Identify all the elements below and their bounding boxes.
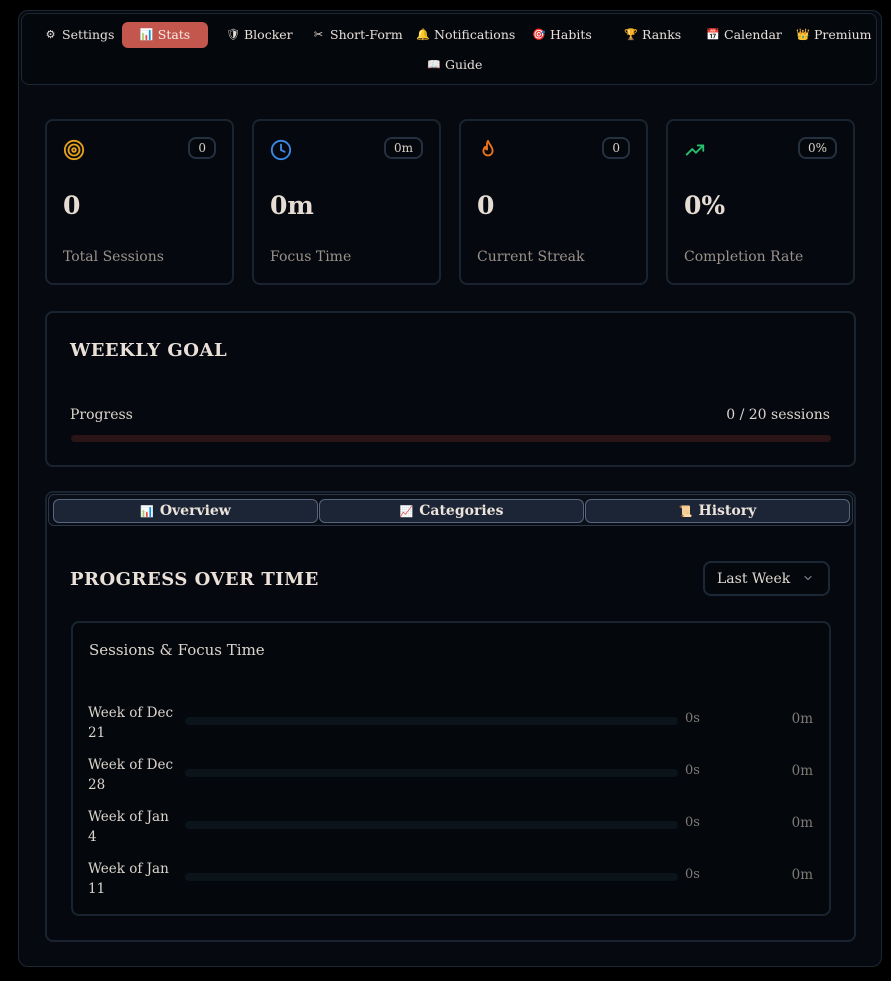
tab-label: Categories (419, 503, 504, 519)
flame-icon (482, 139, 494, 157)
chart-title: Sessions & Focus Time (89, 641, 265, 659)
chart-row-label: Week of Dec 28 (88, 757, 174, 793)
weekly-goal-progress-bar (71, 435, 831, 442)
gear-icon: ⚙ (45, 28, 56, 41)
nav-label: Short-Form (330, 27, 403, 42)
scissors-icon: ✂ (313, 28, 324, 41)
range-select[interactable]: Last Week (703, 561, 830, 596)
app-window: ⚙ Settings 📊 Stats 🛡 Blocker ✂ Short-For… (18, 10, 882, 967)
nav-label: Guide (445, 57, 483, 72)
range-select-value: Last Week (717, 570, 791, 587)
chevron-down-icon (804, 576, 812, 580)
nav-label: Premium (814, 27, 872, 42)
chart-row-focus-time: 0m (791, 815, 813, 831)
bar-chart-icon: 📊 (140, 504, 154, 518)
target-icon: 🎯 (532, 28, 546, 41)
nav-settings[interactable]: ⚙ Settings (44, 22, 115, 48)
nav-guide[interactable]: 📖 Guide (427, 52, 482, 78)
stat-value: 0 (477, 191, 495, 220)
chart-row-focus-time: 0m (791, 867, 813, 883)
weekly-goal-title: WEEKLY GOAL (70, 340, 228, 361)
weekly-goal-card: WEEKLY GOAL Progress 0 / 20 sessions (45, 311, 856, 467)
tab-label: Overview (159, 503, 231, 519)
chart-row-focus-time: 0m (791, 763, 813, 779)
nav-habits[interactable]: 🎯 Habits (532, 22, 592, 48)
nav-ranks[interactable]: 🏆 Ranks (624, 22, 681, 48)
chart-row: Week of Dec 28 0s 0m (73, 755, 829, 795)
crown-icon: 👑 (796, 28, 810, 41)
scroll-icon: 📜 (678, 504, 693, 518)
progress-label: Progress (70, 407, 133, 423)
nav-premium[interactable]: 👑 Premium (796, 22, 872, 48)
tab-bar: 📊 Overview 📈 Categories 📜 History (48, 494, 853, 526)
stat-badge: 0m (383, 137, 423, 159)
calendar-icon: 📅 (706, 28, 720, 41)
chart-bar-track (185, 821, 678, 829)
nav-notifications[interactable]: 🔔 Notifications (416, 22, 515, 48)
trending-up-icon (685, 144, 705, 156)
stat-badge: 0 (188, 137, 216, 159)
nav-label: Blocker (244, 27, 293, 42)
chart-row-sessions: 0s (685, 815, 700, 830)
stat-value: 0% (684, 191, 726, 220)
stat-badge: 0% (797, 137, 837, 159)
chart-row-sessions: 0s (685, 711, 700, 726)
chart-row-sessions: 0s (685, 867, 700, 882)
stat-card-total-sessions: 0 0 Total Sessions (45, 119, 234, 285)
progress-value: 0 / 20 sessions (726, 407, 830, 423)
top-nav: ⚙ Settings 📊 Stats 🛡 Blocker ✂ Short-For… (21, 13, 877, 85)
chart-row: Week of Dec 21 0s 0m (73, 703, 829, 743)
nav-label: Stats (157, 27, 191, 42)
stat-label: Total Sessions (63, 249, 164, 265)
stat-value: 0m (270, 191, 314, 220)
stat-card-current-streak: 0 0 Current Streak (459, 119, 648, 285)
chart-bar-track (185, 717, 678, 725)
bar-chart-icon: 📊 (139, 28, 154, 41)
nav-stats[interactable]: 📊 Stats (122, 22, 208, 48)
stat-card-completion-rate: 0% 0% Completion Rate (666, 119, 855, 285)
sessions-focus-chart: Sessions & Focus Time Week of Dec 21 0s 0m… (71, 621, 831, 916)
stat-card-focus-time: 0m 0m Focus Time (252, 119, 441, 285)
stat-badge: 0 (602, 137, 630, 159)
chart-row-label: Week of Jan 4 (88, 809, 169, 845)
clock-icon (270, 139, 292, 161)
nav-calendar[interactable]: 📅 Calendar (706, 22, 782, 48)
progress-over-time-title: PROGRESS OVER TIME (70, 569, 319, 590)
chart-row: Week of Jan 4 0s 0m (73, 807, 829, 847)
nav-label: Habits (550, 27, 592, 42)
trophy-icon: 🏆 (624, 28, 638, 41)
chart-bar-track (185, 873, 678, 881)
stat-label: Focus Time (270, 249, 352, 265)
chart-row-sessions: 0s (685, 763, 700, 778)
chart-bar-track (185, 769, 678, 777)
nav-short-form[interactable]: ✂ Short-Form (312, 22, 403, 48)
tab-overview[interactable]: 📊 Overview (53, 499, 318, 523)
stat-label: Current Streak (477, 249, 585, 265)
nav-label: Settings (62, 27, 115, 42)
nav-label: Ranks (642, 27, 682, 42)
stats-panel: 📊 Overview 📈 Categories 📜 History PROGRE… (45, 491, 856, 942)
nav-label: Calendar (724, 27, 782, 42)
chart-row-label: Week of Jan 11 (88, 861, 169, 897)
chart-row-label: Week of Dec 21 (88, 705, 174, 741)
bell-icon: 🔔 (416, 28, 430, 41)
stat-value: 0 (63, 191, 81, 220)
shield-icon: 🛡 (226, 28, 240, 41)
target-icon (63, 139, 85, 161)
book-icon: 📖 (427, 58, 441, 71)
nav-label: Notifications (434, 27, 516, 42)
chart-row: Week of Jan 11 0s 0m (73, 859, 829, 899)
line-chart-icon: 📈 (399, 504, 414, 518)
chart-row-focus-time: 0m (791, 711, 813, 727)
nav-blocker[interactable]: 🛡 Blocker (226, 22, 293, 48)
stat-label: Completion Rate (684, 249, 804, 265)
tab-categories[interactable]: 📈 Categories (319, 499, 584, 523)
tab-label: History (698, 503, 757, 519)
tab-history[interactable]: 📜 History (585, 499, 850, 523)
